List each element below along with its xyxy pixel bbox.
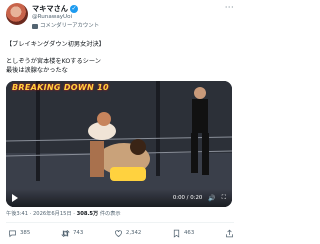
- reply-button[interactable]: 385: [8, 229, 30, 238]
- video-controls: 0:00 / 0:20 🔊 ⛶: [6, 189, 232, 207]
- avatar[interactable]: [6, 3, 28, 25]
- retweet-count: 743: [72, 230, 84, 236]
- post-timestamp[interactable]: 午後3:41 · 2026年6月15日 ·: [6, 211, 77, 217]
- retweet-icon: [61, 229, 70, 237]
- play-icon[interactable]: [12, 194, 18, 202]
- post-meta: 午後3:41 · 2026年6月15日 · 308.5万 件の表示: [6, 210, 121, 218]
- more-options-icon[interactable]: ···: [225, 3, 234, 12]
- reply-icon: [9, 230, 16, 237]
- bookmark-count: 463: [184, 230, 195, 236]
- retweet-button[interactable]: 743: [61, 229, 83, 238]
- post-text-line1: 【ブレイキングダウン初男女対決】: [6, 41, 105, 48]
- video-time: 0:00 / 0:20: [172, 195, 203, 201]
- like-count: 2,342: [125, 230, 142, 236]
- bookmark-icon: [173, 229, 180, 238]
- community-label[interactable]: コメンダリーアカウント: [32, 22, 99, 30]
- views-label: 件の表示: [98, 211, 121, 217]
- post-header: マキマさん ✓ @RunawayUoi コメンダリーアカウント ···: [6, 3, 234, 33]
- post-text-line3: 最後は涙腺なかったな: [6, 67, 68, 74]
- share-button[interactable]: [225, 229, 234, 238]
- community-name: コメンダリーアカウント: [40, 23, 100, 29]
- divider: [6, 222, 234, 223]
- verified-badge-icon: ✓: [69, 5, 78, 13]
- action-bar: 385 743 2,342 463: [8, 227, 234, 239]
- bookmark-button[interactable]: 463: [172, 229, 194, 238]
- heart-icon: [115, 229, 122, 237]
- reply-count: 385: [20, 230, 31, 236]
- community-icon: [32, 23, 38, 29]
- video-player[interactable]: BREAKING DOWN 10 0:00 / 0:20 🔊 ⛶: [6, 81, 232, 207]
- share-icon: [226, 229, 233, 237]
- fullscreen-icon[interactable]: ⛶: [222, 194, 226, 202]
- post-text-line2: としぞうが宮本楼をKOするシーン: [6, 58, 101, 65]
- volume-icon[interactable]: 🔊: [208, 195, 215, 202]
- video-overlay-title: BREAKING DOWN 10: [12, 83, 109, 92]
- views-count: 308.5万: [76, 211, 99, 217]
- like-button[interactable]: 2,342: [114, 229, 141, 238]
- author-handle[interactable]: @RunawayUoi: [32, 13, 72, 21]
